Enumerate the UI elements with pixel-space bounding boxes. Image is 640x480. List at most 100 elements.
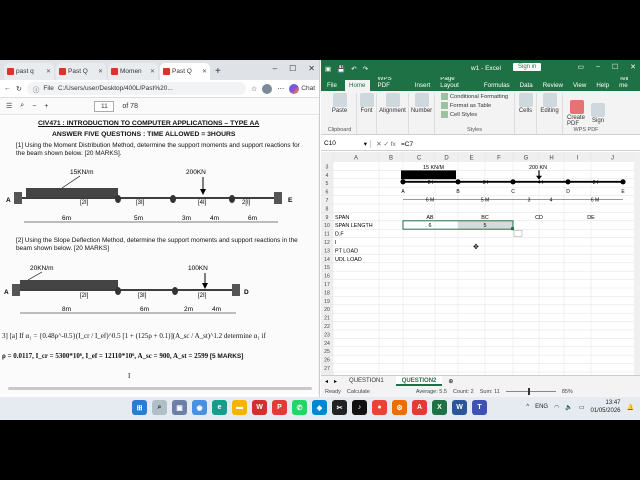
browser-tab-2[interactable]: Past Q ✕ — [56, 63, 106, 80]
pdf-reader-icon[interactable]: P — [272, 400, 287, 415]
search-icon — [542, 93, 557, 107]
browser-tab-1[interactable]: past q ✕ — [4, 63, 54, 80]
maximize-icon[interactable]: ☐ — [289, 64, 296, 73]
paste-button[interactable]: Paste — [332, 93, 347, 114]
clock[interactable]: 13:47 01/05/2026 — [590, 399, 620, 415]
worksheet-grid[interactable]: A B C D E F G H I J 3 4 5 6 7 8 9 10 11 12 13 14 15 16 17 18 19 20 2… — [321, 152, 634, 378]
sheet-prev-icon[interactable]: ◂ — [325, 378, 328, 385]
vertical-scrollbar[interactable] — [634, 152, 640, 378]
sign-in-button[interactable]: Sign in — [513, 63, 542, 71]
url-text: C:/Users/user/Desktop/400L/Past%20... — [57, 85, 173, 92]
minimize-icon[interactable]: – — [596, 63, 600, 71]
start-icon[interactable]: ⊞ — [132, 400, 147, 415]
excel-icon[interactable]: X — [432, 400, 447, 415]
word-icon[interactable]: W — [452, 400, 467, 415]
new-tab-button[interactable]: + — [215, 63, 221, 80]
zoom-out-icon[interactable]: − — [32, 103, 36, 110]
sign-button[interactable]: Sign — [591, 103, 605, 124]
sheet-tab-question2[interactable]: QUESTION2 — [395, 376, 443, 386]
beam1-span-4: 4m — [210, 215, 219, 222]
save-icon[interactable]: 💾 — [337, 65, 345, 73]
wps-icon[interactable]: W — [252, 400, 267, 415]
tab-review[interactable]: Review — [541, 80, 565, 91]
close-icon[interactable]: ✕ — [630, 63, 636, 71]
function-icon[interactable]: ✕ ✓ fx — [371, 140, 401, 148]
undo-icon[interactable]: ↶ — [351, 65, 356, 73]
widgets-icon[interactable]: ◉ — [192, 400, 207, 415]
conditional-formatting-button[interactable]: Conditional Formatting — [440, 93, 508, 100]
editing-button[interactable]: Editing — [540, 93, 559, 114]
row-header-18: 18 — [324, 290, 330, 296]
notification-icon[interactable]: 🔔 — [627, 404, 634, 411]
font-button[interactable]: Font — [359, 93, 374, 114]
copilot-button[interactable]: Chat — [289, 83, 315, 94]
minimize-icon[interactable]: – — [273, 64, 277, 73]
volume-icon[interactable]: 🔈 — [565, 404, 572, 411]
whatsapp-icon[interactable]: ✆ — [292, 400, 307, 415]
autosave-icon[interactable]: ▣ — [325, 65, 331, 73]
close-icon[interactable]: ✕ — [308, 64, 315, 73]
question-1-text: [1] Using the Moment Distribution Method… — [16, 142, 300, 158]
back-icon[interactable]: ← — [4, 85, 11, 92]
tab-file[interactable]: File — [325, 80, 339, 91]
browser-tab-4-active[interactable]: Past Q ✕ — [160, 63, 210, 80]
file-explorer-icon[interactable]: ▬ — [232, 400, 247, 415]
pdf-toolbar: ☰ ⌕ − + 11 of 78 — [0, 98, 319, 115]
formula-input[interactable]: =C7 — [401, 141, 413, 148]
wifi-icon[interactable]: ◠ — [554, 404, 559, 411]
sheet-tab-question1[interactable]: QUESTION1 — [343, 376, 390, 386]
teams-icon[interactable]: T — [472, 400, 487, 415]
zoom-in-icon[interactable]: + — [44, 103, 48, 110]
edge-icon[interactable]: e — [212, 400, 227, 415]
store-icon[interactable]: ◆ — [312, 400, 327, 415]
capcut-icon[interactable]: ✂ — [332, 400, 347, 415]
page-number-input[interactable]: 11 — [94, 100, 115, 112]
language-indicator[interactable]: ENG — [535, 404, 548, 410]
column-header-B: B — [389, 156, 393, 162]
zoom-slider[interactable] — [505, 388, 556, 395]
chrome-icon[interactable]: ● — [372, 400, 387, 415]
close-tab-icon[interactable]: ✕ — [202, 68, 207, 75]
task-view-icon[interactable]: ▣ — [172, 400, 187, 415]
profile-avatar[interactable] — [262, 83, 273, 94]
address-bar[interactable]: ⓘ File C:/Users/user/Desktop/400L/Past%2… — [26, 82, 246, 95]
chevron-up-icon[interactable]: ^ — [526, 404, 529, 410]
tiktok-icon[interactable]: ♪ — [352, 400, 367, 415]
redo-icon[interactable]: ↷ — [363, 65, 368, 73]
refresh-icon[interactable]: ↻ — [16, 85, 22, 93]
cell-styles-button[interactable]: Cell Styles — [440, 111, 477, 118]
worksheet-canvas[interactable]: A B C D E F G H I J345678910111213141516171819202… — [321, 152, 634, 378]
status-calculate[interactable]: Calculate — [347, 389, 370, 395]
close-tab-icon[interactable]: ✕ — [46, 68, 51, 75]
pdf-horizontal-scrollbar[interactable] — [8, 387, 312, 390]
number-button[interactable]: Number — [411, 93, 432, 114]
create-pdf-button[interactable]: Create PDF — [567, 100, 587, 127]
cells-button[interactable]: Cells — [518, 93, 533, 114]
name-box[interactable]: C10 ▾ — [321, 140, 371, 148]
add-sheet-icon[interactable]: ⊕ — [448, 378, 453, 385]
column-header-H: H — [549, 156, 553, 162]
tab-data[interactable]: Data — [518, 80, 535, 91]
close-tab-icon[interactable]: ✕ — [98, 68, 103, 75]
sheet-next-icon[interactable]: ▸ — [334, 378, 337, 385]
acrobat-icon[interactable]: A — [412, 400, 427, 415]
tab-formulas[interactable]: Formulas — [482, 80, 512, 91]
close-tab-icon[interactable]: ✕ — [150, 68, 155, 75]
ribbon-display-icon[interactable]: ▭ — [577, 63, 584, 71]
maximize-icon[interactable]: ☐ — [612, 63, 618, 71]
tab-insert[interactable]: Insert — [413, 80, 432, 91]
search-icon[interactable]: ⌕ — [20, 102, 24, 110]
menu-dots-icon[interactable]: ⋯ — [277, 85, 284, 93]
tab-view[interactable]: View — [571, 80, 588, 91]
alignment-button[interactable]: Alignment — [379, 93, 406, 114]
tab-home[interactable]: Home — [344, 80, 370, 91]
search-icon[interactable]: ⌕ — [152, 400, 167, 415]
browser-tab-3[interactable]: Momen ✕ — [108, 63, 158, 80]
settings-icon[interactable]: ⚙ — [392, 400, 407, 415]
contents-icon[interactable]: ☰ — [6, 102, 12, 110]
cells-icon — [518, 93, 533, 107]
tab-help[interactable]: Help — [594, 80, 611, 91]
star-icon[interactable]: ☆ — [251, 85, 257, 93]
battery-icon[interactable]: ▭ — [579, 404, 585, 411]
format-as-table-button[interactable]: Format as Table — [440, 102, 491, 109]
